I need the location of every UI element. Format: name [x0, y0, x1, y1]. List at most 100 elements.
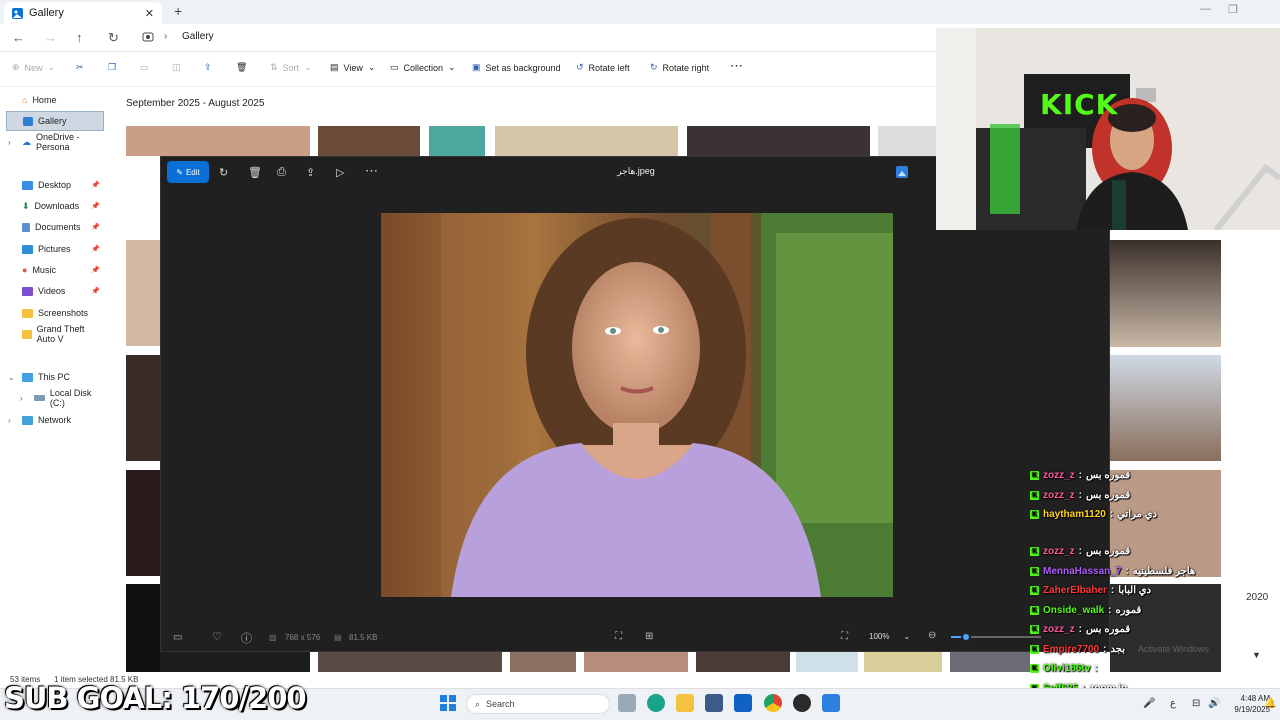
sidebar-item-downloads[interactable]: ⬇ Downloads 📌: [6, 196, 104, 216]
zoom-dropdown[interactable]: 100% ⌄: [861, 627, 917, 645]
sidebar-item-videos[interactable]: Videos 📌: [6, 281, 104, 301]
pin-icon[interactable]: 📌: [91, 266, 100, 274]
sidebar-item-desktop[interactable]: Desktop 📌: [6, 175, 104, 195]
favorite-heart-icon[interactable]: ♡: [212, 630, 222, 643]
store-icon[interactable]: [705, 694, 723, 712]
thumbnail[interactable]: [160, 652, 310, 672]
thumbnail[interactable]: [495, 126, 678, 156]
thumbnail[interactable]: [126, 470, 160, 576]
set-background-button[interactable]: ▣ Set as background: [472, 62, 561, 73]
zoom-slider-thumb[interactable]: [961, 632, 971, 642]
thumbnail[interactable]: [126, 355, 160, 461]
thumbnail[interactable]: [584, 652, 688, 672]
breadcrumb[interactable]: Gallery: [182, 31, 214, 42]
slideshow-icon[interactable]: ▷: [336, 166, 344, 179]
sidebar-item-gallery[interactable]: Gallery: [6, 111, 104, 131]
thumbnail[interactable]: [1110, 240, 1221, 347]
forward-icon[interactable]: →: [44, 30, 57, 45]
thumbnail[interactable]: [318, 126, 420, 156]
paste-button[interactable]: ▭: [140, 62, 149, 73]
photos-icon[interactable]: [822, 694, 840, 712]
copy-button[interactable]: ❐: [108, 62, 116, 73]
trash-icon[interactable]: 🗑: [248, 166, 262, 179]
displayed-photo[interactable]: [381, 213, 893, 597]
more-options-icon[interactable]: ⋯: [730, 58, 743, 74]
app-logo-icon[interactable]: [896, 166, 908, 178]
up-icon[interactable]: ↑: [76, 30, 83, 45]
kick-badge-icon: K: [1030, 567, 1039, 576]
pin-icon[interactable]: 📌: [91, 202, 100, 210]
sidebar-item-documents[interactable]: Documents 📌: [6, 217, 104, 237]
obs-icon[interactable]: [793, 694, 811, 712]
share-icon[interactable]: ⇪: [306, 166, 315, 179]
sidebar-item-home[interactable]: ⌂ Home: [6, 90, 104, 110]
rotate-icon[interactable]: ↻: [219, 166, 228, 179]
zoom-out-icon[interactable]: ⊖: [928, 630, 936, 641]
pin-icon[interactable]: 📌: [91, 181, 100, 189]
taskbar-search[interactable]: ⌕ Search: [466, 694, 610, 714]
thumbnail[interactable]: [796, 652, 858, 672]
close-tab-icon[interactable]: ✕: [145, 7, 154, 20]
thumbnail[interactable]: [126, 126, 310, 156]
sidebar-item-pictures[interactable]: Pictures 📌: [6, 239, 104, 259]
filmstrip-icon[interactable]: ▭: [173, 632, 182, 643]
sidebar-item-onedrive[interactable]: › ☁ OneDrive - Persona: [6, 132, 104, 152]
tab-gallery[interactable]: Gallery ✕: [4, 2, 162, 24]
thumbnail[interactable]: [950, 652, 1030, 672]
back-icon[interactable]: ←: [12, 30, 25, 45]
thumbnail[interactable]: [510, 652, 576, 672]
language-indicator-icon[interactable]: ع: [1170, 698, 1176, 709]
edit-button[interactable]: ✎ Edit: [167, 161, 209, 183]
outlook-icon[interactable]: [734, 694, 752, 712]
pin-icon[interactable]: 📌: [91, 223, 100, 231]
pin-icon[interactable]: 📌: [91, 287, 100, 295]
rotate-left-button[interactable]: ↺ Rotate left: [576, 62, 630, 73]
rotate-right-button[interactable]: ↻ Rotate right: [650, 62, 709, 73]
cut-button[interactable]: ✂: [76, 62, 84, 73]
edge-icon[interactable]: [647, 694, 665, 712]
sidebar-item-screenshots[interactable]: Screenshots: [6, 303, 104, 323]
network-status-icon[interactable]: ⊟: [1192, 698, 1200, 709]
thumbnail[interactable]: [696, 652, 790, 672]
thumbnail[interactable]: [1110, 355, 1221, 461]
rename-button[interactable]: ◫: [172, 62, 181, 73]
thumbnail[interactable]: [429, 126, 485, 156]
file-explorer-icon[interactable]: [676, 694, 694, 712]
delete-button[interactable]: 🗑: [236, 62, 247, 73]
pin-icon[interactable]: 📌: [91, 245, 100, 253]
thumbnail[interactable]: [126, 240, 160, 346]
thumbnail[interactable]: [687, 126, 870, 156]
more-options-icon[interactable]: ⋯: [365, 163, 378, 179]
sidebar-item-this-pc[interactable]: ⌄ This PC: [6, 367, 104, 387]
refresh-icon[interactable]: ↻: [108, 30, 119, 46]
scan-text-icon[interactable]: ⊞: [645, 631, 653, 642]
thumbnail[interactable]: [864, 652, 942, 672]
sidebar-item-local-disk[interactable]: › Local Disk (C:): [18, 388, 108, 408]
chrome-icon[interactable]: [764, 694, 782, 712]
info-icon[interactable]: ⓘ: [241, 630, 252, 646]
new-tab-button[interactable]: +: [174, 3, 182, 19]
sidebar-item-gta[interactable]: Grand Theft Auto V: [6, 324, 104, 344]
sidebar-item-music[interactable]: ● Music 📌: [6, 260, 104, 280]
thumbnail[interactable]: [878, 126, 936, 156]
sidebar-item-network[interactable]: › Network: [6, 410, 104, 430]
thumbnail[interactable]: [126, 584, 160, 672]
windows-start-icon[interactable]: [440, 695, 456, 711]
minimize-icon[interactable]: —: [1200, 3, 1211, 15]
sort-button[interactable]: ⇅ Sort ⌄: [270, 62, 312, 73]
volume-icon[interactable]: 🔊: [1208, 698, 1220, 709]
thumbnail[interactable]: [1110, 470, 1221, 577]
microphone-icon[interactable]: 🎤: [1143, 698, 1155, 709]
task-view-icon[interactable]: [618, 694, 636, 712]
scroll-down-icon[interactable]: ▼: [1252, 650, 1261, 660]
thumbnail[interactable]: [318, 652, 502, 672]
view-button[interactable]: ▤ View ⌄: [330, 62, 375, 73]
restore-icon[interactable]: ❐: [1228, 3, 1238, 16]
fit-window-icon[interactable]: ⛶: [841, 631, 848, 642]
share-button[interactable]: ⇪: [204, 62, 212, 73]
collection-button[interactable]: ▭ Collection ⌄: [390, 62, 456, 73]
crop-icon[interactable]: ⛶: [615, 631, 622, 642]
notifications-icon[interactable]: 🔔: [1264, 698, 1276, 709]
new-button[interactable]: ⊕ New ⌄: [12, 62, 55, 73]
print-icon[interactable]: ⎙: [277, 166, 286, 179]
